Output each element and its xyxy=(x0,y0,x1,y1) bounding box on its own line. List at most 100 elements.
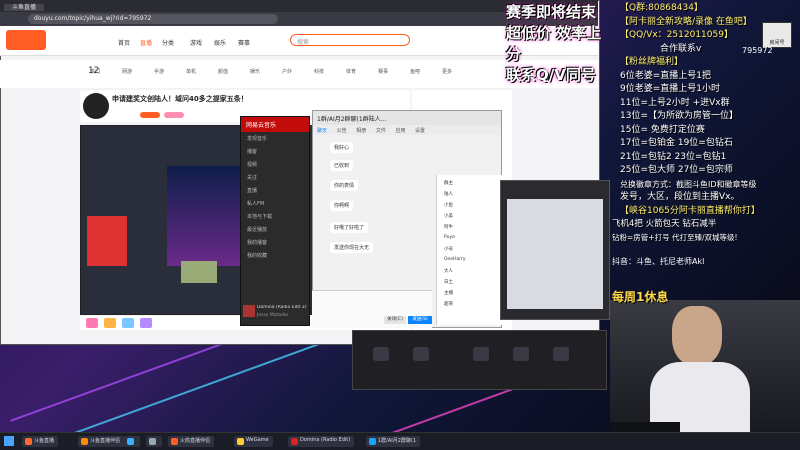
category-item[interactable]: 娱乐 xyxy=(240,68,270,75)
info-line: 【峡谷1065分阿卡丽直播帮你打】 xyxy=(620,205,760,216)
start-icon[interactable] xyxy=(4,436,14,446)
settings-icon[interactable] xyxy=(553,347,569,361)
member-item[interactable]: 超哥 xyxy=(444,301,453,307)
app-icon xyxy=(291,438,298,445)
service-line: 钻粉=房管+打号 代打至臻/双城等级! xyxy=(612,233,738,242)
screen-share-icon[interactable] xyxy=(413,347,429,361)
member-item[interactable]: 主播 xyxy=(444,290,453,296)
promo-line: 超低价 效率上分 xyxy=(506,24,602,63)
info-line: 【Q群:80868434】 xyxy=(620,3,703,13)
streamer-face xyxy=(672,306,722,366)
category-item[interactable]: 更多 xyxy=(432,68,462,75)
info-line: 15位= 免费打定位赛 xyxy=(620,124,705,135)
url-input[interactable]: douyu.com/topic/yihua_wj?rid=795972 xyxy=(28,14,278,24)
nav-entertainment[interactable]: 娱乐 xyxy=(214,38,226,47)
member-item[interactable]: 陆人 xyxy=(444,191,453,197)
music-menu-item[interactable]: 我的收藏 xyxy=(241,249,309,262)
streamer-thumbnail xyxy=(181,261,217,283)
taskbar-item[interactable]: Domina (Radio Edit) xyxy=(288,436,355,447)
taskbar-item[interactable]: 火箭直播伴侣 xyxy=(168,436,215,447)
now-playing-title: Domina (Radio Edit 2) xyxy=(257,305,307,310)
category-item[interactable]: 体育 xyxy=(336,68,366,75)
nav-home[interactable]: 首页 xyxy=(118,38,130,47)
taskbar-item[interactable]: 斗鱼直播 xyxy=(22,436,59,447)
music-menu-item[interactable]: 直播 xyxy=(241,184,309,197)
tab-album[interactable]: 相册 xyxy=(356,128,366,134)
taskbar-item-label: 火箭直播伴侣 xyxy=(180,438,211,444)
follow-button[interactable] xyxy=(140,112,160,118)
info-line: 21位=包钻2 23位=包钻1 xyxy=(620,151,727,162)
microphone-icon[interactable] xyxy=(473,347,489,361)
member-item[interactable]: 小鱼 xyxy=(444,202,453,208)
music-menu-item[interactable]: 发现音乐 xyxy=(241,132,309,145)
taskbar-item-label: WeGame xyxy=(246,437,269,443)
weekly-rest-notice: 每周1休息 xyxy=(612,290,669,304)
category-item[interactable]: 赛事 xyxy=(368,68,398,75)
category-item[interactable]: 鱼吧 xyxy=(400,68,430,75)
browser-tab[interactable]: 斗鱼直播 xyxy=(4,4,45,11)
member-item[interactable]: Puyo xyxy=(444,235,455,240)
category-item[interactable]: 网游 xyxy=(112,68,142,75)
chat-message: 好哦了好啦了 xyxy=(330,222,369,233)
member-item[interactable]: 日土 xyxy=(444,279,453,285)
taskbar-item[interactable]: WeGame xyxy=(234,436,273,447)
music-menu-item[interactable]: 本地与下载 xyxy=(241,210,309,223)
member-item[interactable]: 小美 xyxy=(444,213,453,219)
member-item[interactable]: 小号 xyxy=(444,246,453,252)
member-item[interactable]: 大人 xyxy=(444,268,453,274)
webcam-feed xyxy=(610,300,800,450)
chat-message: 你的表情 xyxy=(330,180,359,191)
taskbar-item[interactable]: 斗鱼直播伴侣 xyxy=(78,436,125,447)
nav-games[interactable]: 游戏 xyxy=(190,38,202,47)
gift-icon[interactable] xyxy=(122,318,134,328)
tab-announce[interactable]: 公告 xyxy=(337,128,347,134)
taskbar-item[interactable]: 1群/AI月2群聊(1 xyxy=(366,436,421,447)
album-cover[interactable] xyxy=(243,305,255,317)
streamer-avatar[interactable] xyxy=(83,93,109,119)
info-line: 25位=包大师 27位=包宗师 xyxy=(620,165,733,175)
close-button[interactable]: 关闭(C) xyxy=(384,316,406,324)
search-input[interactable]: 搜索 xyxy=(290,34,410,46)
camera-icon[interactable] xyxy=(373,347,389,361)
category-item[interactable]: 科技 xyxy=(304,68,334,75)
stream-preview-window xyxy=(500,180,610,320)
gift-icon[interactable] xyxy=(86,318,98,328)
tab-files[interactable]: 文件 xyxy=(376,128,386,134)
gift-icon[interactable] xyxy=(104,318,116,328)
gift-icon[interactable] xyxy=(140,318,152,328)
info-line: 兑换徽章方式：截图斗鱼ID和徽章等级 xyxy=(620,179,757,189)
category-item[interactable]: 颜值 xyxy=(208,68,238,75)
category-item[interactable]: 单机 xyxy=(176,68,206,75)
nav-esports[interactable]: 赛事 xyxy=(238,38,250,47)
send-button[interactable]: 发送(S) xyxy=(408,316,432,324)
category-item[interactable]: 户外 xyxy=(272,68,302,75)
stream-title: 申请建奖文创陆人！域问40多之提家五条！ xyxy=(112,95,248,103)
speaker-icon[interactable] xyxy=(513,347,529,361)
taskbar-item[interactable] xyxy=(146,436,162,447)
nav-category[interactable]: 分类 xyxy=(162,38,174,47)
music-menu-item[interactable]: 视频 xyxy=(241,158,309,171)
taskbar-item-label: 斗鱼直播 xyxy=(34,438,55,444)
taskbar-item[interactable] xyxy=(124,436,140,447)
nav-live[interactable]: 直播 xyxy=(140,38,152,47)
music-menu-item[interactable]: 我的播客 xyxy=(241,236,309,249)
music-menu-item[interactable]: 最近播放 xyxy=(241,223,309,236)
tab-chat[interactable]: 聊天 xyxy=(317,128,327,134)
member-item[interactable]: OneHarry xyxy=(444,257,466,262)
category-item[interactable]: 手游 xyxy=(144,68,174,75)
music-menu-item[interactable]: 关注 xyxy=(241,171,309,184)
tab-settings[interactable]: 设置 xyxy=(415,128,425,134)
chat-message: 你啊啊 xyxy=(330,200,354,211)
signin-promo[interactable] xyxy=(87,216,127,266)
room-number: 795972 xyxy=(742,46,773,55)
member-item[interactable]: 阿牛 xyxy=(444,224,453,230)
promo-line: 赛季即将结束 xyxy=(506,3,597,21)
chat-message: 发送你现在大无 xyxy=(330,242,374,253)
app-icon xyxy=(81,438,88,445)
music-menu-item[interactable]: 播客 xyxy=(241,145,309,158)
tab-apps[interactable]: 应用 xyxy=(395,128,405,134)
member-item[interactable]: 群主 xyxy=(444,180,453,186)
music-menu-item[interactable]: 私人FM xyxy=(241,197,309,210)
room-badge: 房间号 xyxy=(762,22,792,48)
fan-badge xyxy=(164,112,184,118)
